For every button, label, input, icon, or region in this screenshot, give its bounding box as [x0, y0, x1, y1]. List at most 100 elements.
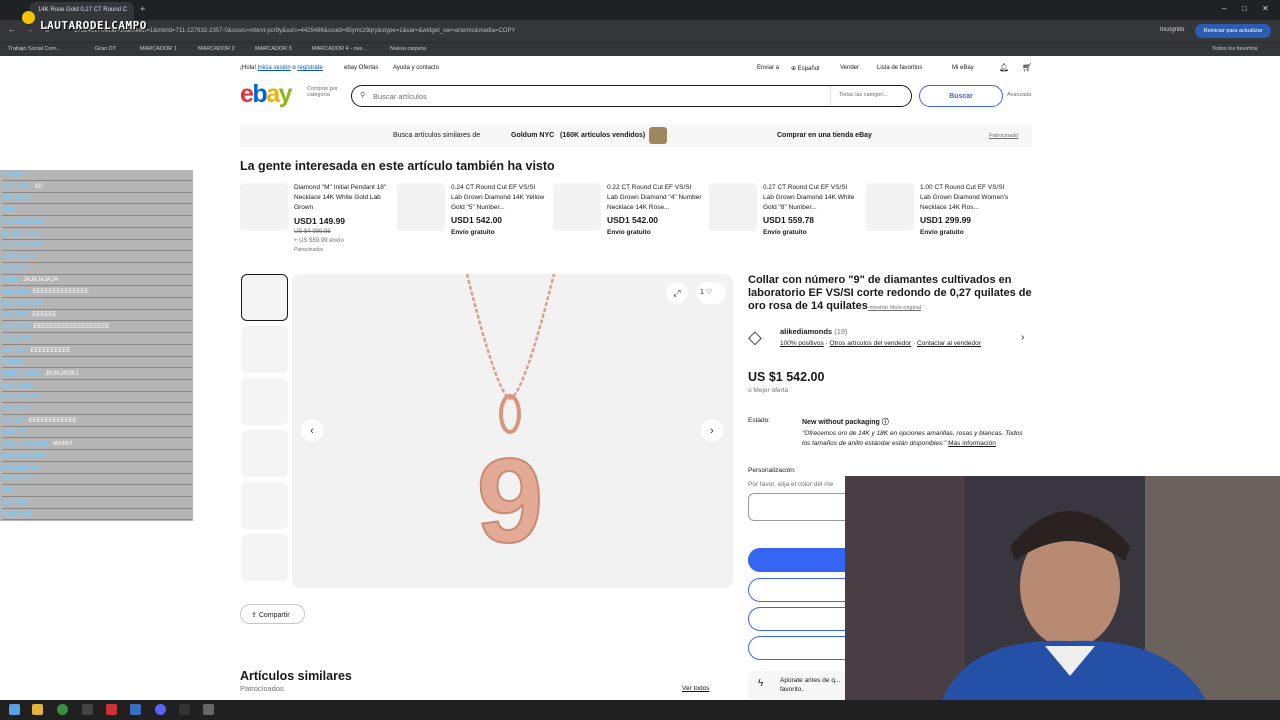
chat-message: anne2364 EEEEEEEEEEEEEEEEEEE [2, 322, 192, 334]
search-placeholder: Buscar artículos [373, 92, 427, 101]
close-window-icon[interactable]: ✕ [1262, 4, 1269, 13]
show-original-link[interactable]: -mostrar título original [868, 305, 921, 311]
chrome-icon[interactable] [57, 704, 68, 715]
ebay-logo[interactable]: ebay [240, 80, 293, 109]
bookmark-item[interactable]: Gran DT [95, 46, 116, 52]
banner-thumbnail [649, 127, 667, 144]
app-icon[interactable] [130, 704, 141, 715]
cart-icon[interactable]: 🛒︎ [1022, 63, 1032, 72]
info-icon[interactable]: ⓘ [882, 419, 889, 426]
shop-by-category[interactable]: Comprar por categoría [307, 86, 343, 98]
seller-name[interactable]: alikediamonds (19) [780, 327, 848, 336]
expand-icon[interactable]: ⤢ [666, 282, 688, 304]
contact-seller-link[interactable]: Contactar al vendedor [917, 340, 981, 347]
condition-label: Estado: [748, 417, 771, 424]
see-all-link[interactable]: Ver todos [682, 685, 709, 692]
thumbnail[interactable] [241, 534, 288, 581]
next-image-button[interactable]: › [701, 420, 723, 442]
also-viewed-item[interactable]: 0.24 CT Round Cut EF VS/SI Lab Grown Dia… [397, 181, 547, 256]
chat-message: Juansito EEEEEEEEEE [2, 346, 192, 357]
app-icon[interactable] [203, 704, 214, 715]
chat-message: MiguelusRS76 [2, 299, 192, 310]
thumbnail[interactable] [241, 430, 288, 477]
chat-username: pollitocinchoo4 [2, 452, 47, 459]
help-link[interactable]: Ayuda y contacto [393, 65, 439, 71]
thumbnail[interactable] [241, 378, 288, 425]
update-button[interactable]: Reiniciar para actualizar [1195, 24, 1271, 38]
obs-icon[interactable] [179, 704, 190, 715]
share-button[interactable]: ⇪ Compartir [240, 604, 305, 624]
chat-username: vegeta2008167 [2, 218, 45, 225]
sell-link[interactable]: Vender [840, 65, 859, 71]
item-shipping: Envío gratuito [763, 229, 807, 236]
chat-message: cabrouom [2, 381, 192, 392]
also-viewed-item[interactable]: 0.27 CT Round Cut EF VS/SI Lab Grown Dia… [709, 181, 859, 256]
also-viewed-item[interactable]: 1.00 CT Round Cut EF VS/SI Lab Grown Dia… [866, 181, 1016, 256]
minimize-icon[interactable]: – [1222, 4, 1226, 13]
app-icon[interactable] [106, 704, 117, 715]
bell-icon[interactable]: 🔔︎ [999, 63, 1009, 72]
start-icon[interactable] [9, 704, 20, 715]
watch-button[interactable]: 1 ♡ [696, 282, 726, 304]
bookmark-folder[interactable]: Nueva carpeta [390, 46, 426, 52]
chat-message: Doido JAJAJAJAJA [2, 275, 192, 287]
bookmark-item[interactable]: MARCADOR 3 [255, 46, 292, 52]
advanced-search-link[interactable]: Avanzada [1007, 92, 1031, 98]
address-bar[interactable]: 17324917mkcid=16&mkevt=1&mkrid=711-12763… [56, 23, 1176, 39]
share-label: Compartir [258, 612, 290, 619]
main-product-image[interactable]: 9 [292, 273, 733, 588]
thumbnail-selected[interactable] [241, 274, 288, 321]
search-button[interactable]: Buscar [919, 85, 1003, 107]
thumbnail[interactable] [241, 482, 288, 529]
bookmark-item[interactable]: MARCADOR 2 [198, 46, 235, 52]
item-shipping: + US $59.99 envío [294, 238, 344, 244]
all-bookmarks[interactable]: Todos los favoritos [1212, 46, 1258, 52]
chat-text: EEEEEEEEEE [30, 347, 71, 354]
chat-message: vegeta2008167 [2, 217, 192, 228]
chat-message: adrianalaco [2, 252, 192, 263]
watermark-logo [22, 11, 35, 24]
deals-link[interactable]: ebay Ofertas [344, 65, 378, 71]
condition-text: New without packaging [802, 419, 880, 426]
bookmark-item[interactable]: MARCADOR 1 [140, 46, 177, 52]
positive-feedback-link[interactable]: 100% positivos [780, 340, 824, 347]
also-viewed-item[interactable]: 0.22 CT Round Cut EF VS/SI Lab Grown Dia… [553, 181, 703, 256]
category-select[interactable]: Todas las categorí... [830, 86, 910, 105]
personalization-input[interactable] [748, 493, 858, 521]
maximize-icon[interactable]: □ [1242, 4, 1247, 13]
discord-icon[interactable] [155, 704, 166, 715]
add-to-watchlist-button[interactable] [748, 636, 858, 660]
more-info-link[interactable]: Más información [948, 440, 996, 447]
chat-username: Mayoloff [2, 265, 27, 272]
file-explorer-icon[interactable] [32, 704, 43, 715]
search-box[interactable] [351, 85, 912, 107]
other-items-link[interactable]: Otros artículos del vendedor [830, 340, 912, 347]
add-to-cart-button[interactable] [748, 578, 858, 602]
item-title: Diamond "M" Initial Pendant 18" Necklace… [294, 184, 387, 211]
thumbnail[interactable] [241, 326, 288, 373]
item-sponsored: Patrocinados [294, 247, 324, 253]
chat-username: Pibel [2, 207, 17, 214]
banner-cta[interactable]: Comprar en una tienda eBay [777, 132, 872, 139]
greeting: ¡Hola! Inicia sesión o regístrate [240, 65, 323, 71]
item-title: 0.24 CT Round Cut EF VS/SI Lab Grown Dia… [451, 184, 545, 211]
prev-image-button[interactable]: ‹ [301, 420, 323, 442]
bookmark-item[interactable]: MARCADOR 4 - ove... [312, 46, 367, 52]
forward-icon[interactable]: → [26, 25, 34, 34]
watch-count: 1 [700, 289, 704, 296]
make-offer-button[interactable] [748, 607, 858, 631]
my-ebay-link[interactable]: Mi eBay [952, 65, 974, 71]
ship-to[interactable]: Enviar a [757, 65, 779, 71]
browser-tab[interactable]: 14K Rose Gold 0,27 CT Round C [30, 2, 134, 20]
bookmark-item[interactable]: Trabajo Social Com... [8, 46, 61, 52]
new-tab-icon[interactable]: + [140, 4, 145, 14]
also-viewed-item[interactable]: Diamond "M" Initial Pendant 18" Necklace… [240, 181, 390, 256]
watchlist-link[interactable]: Lista de favoritos [877, 65, 922, 71]
app-icon[interactable] [82, 704, 93, 715]
language-select[interactable]: ⊕ Español [791, 65, 819, 72]
signin-link[interactable]: Inicia sesión [258, 65, 291, 71]
buy-now-button[interactable] [748, 548, 858, 572]
register-link[interactable]: regístrate [297, 65, 322, 71]
back-icon[interactable]: ← [8, 25, 16, 34]
seller-card[interactable]: ◇ alikediamonds (19) 100% positivos · Ot… [748, 325, 1032, 353]
